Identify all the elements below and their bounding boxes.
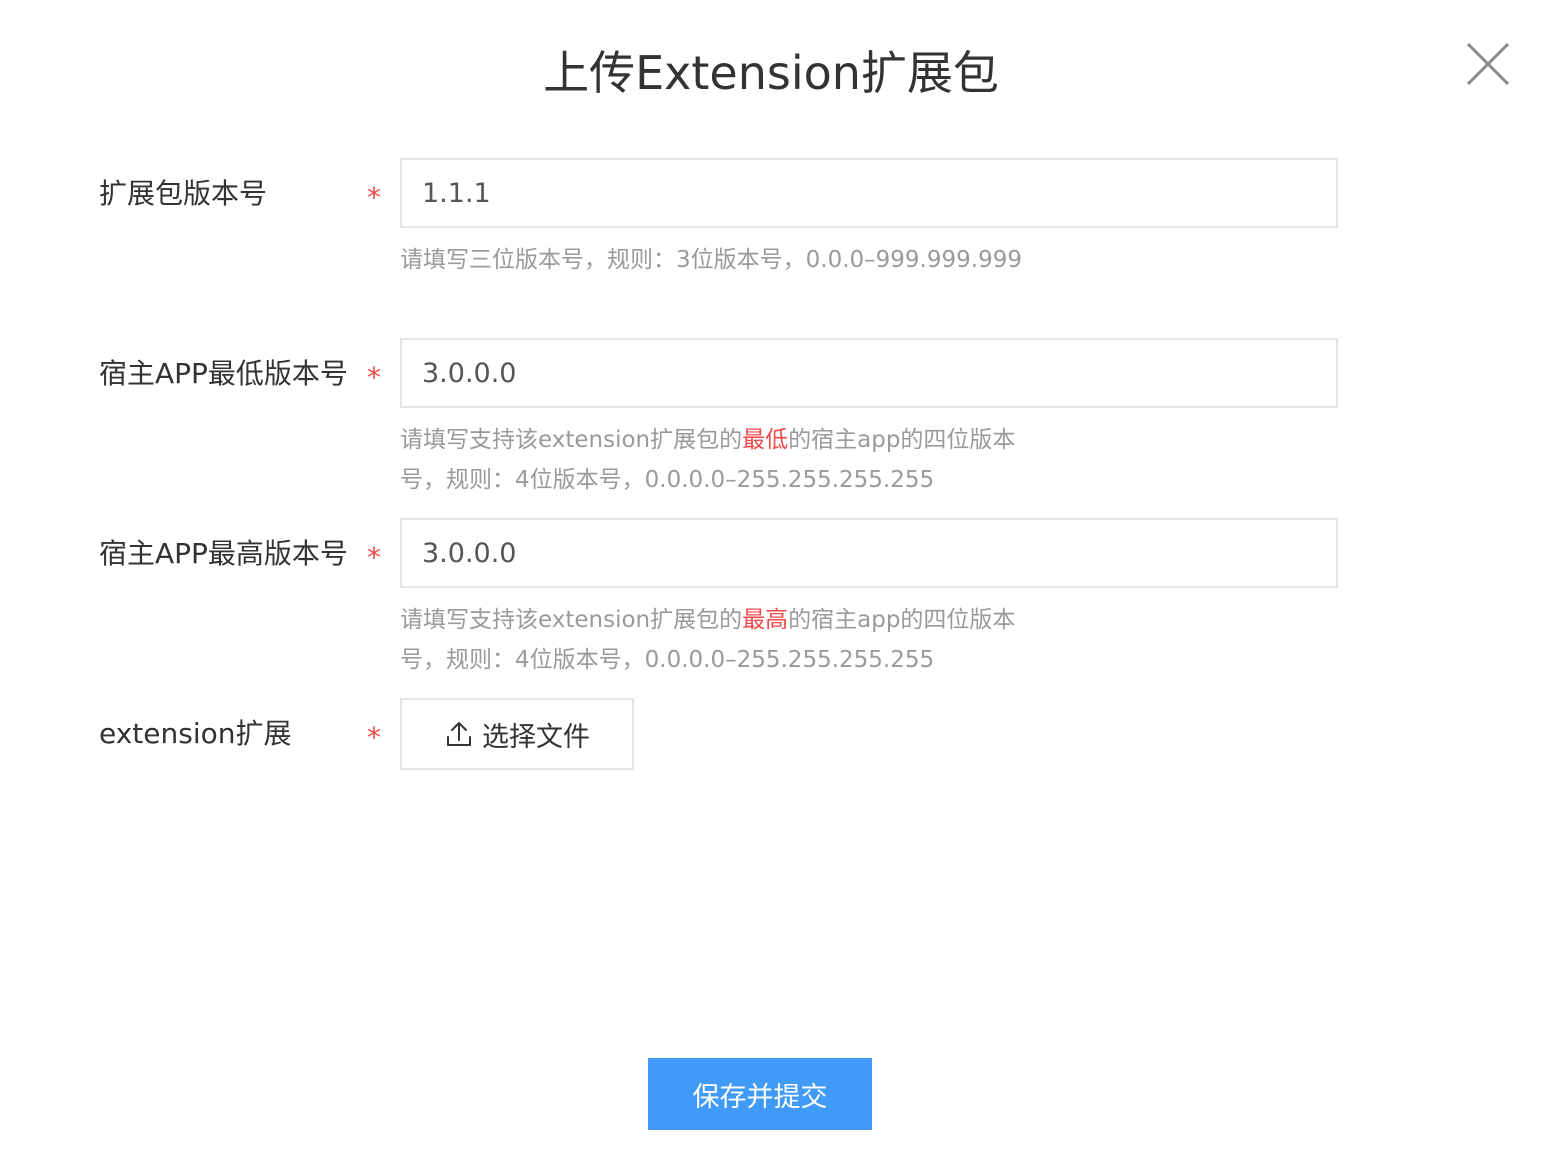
min-app-version-input[interactable] xyxy=(400,338,1338,408)
min-app-version-hint: 请填写支持该extension扩展包的最低的宿主app的四位版本号，规则：4位版… xyxy=(400,420,1040,500)
hint-text: 请填写支持该extension扩展包的 xyxy=(400,427,743,453)
upload-extension-dialog: 上传Extension扩展包 扩展包版本号 * 请填写三位版本号，规则：3位版本… xyxy=(0,0,1542,1160)
max-app-version-input[interactable] xyxy=(400,518,1338,588)
version-hint: 请填写三位版本号，规则：3位版本号，0.0.0–999.999.999 xyxy=(400,247,1022,273)
min-app-version-label: 宿主APP最低版本号 xyxy=(99,357,348,390)
version-input[interactable] xyxy=(400,158,1338,228)
version-label: 扩展包版本号 xyxy=(99,177,268,210)
hint-highlight: 最高 xyxy=(742,607,789,633)
close-icon xyxy=(1462,38,1514,90)
hint-highlight: 最低 xyxy=(742,427,789,453)
max-app-required-mark: * xyxy=(367,541,381,574)
save-and-submit-button[interactable]: 保存并提交 xyxy=(648,1058,872,1130)
extension-file-label: extension扩展 xyxy=(99,717,292,750)
hint-text: 请填写支持该extension扩展包的 xyxy=(400,607,743,633)
max-app-version-label: 宿主APP最高版本号 xyxy=(99,537,348,570)
dialog-title: 上传Extension扩展包 xyxy=(543,46,999,100)
version-required-mark: * xyxy=(367,181,381,214)
min-app-required-mark: * xyxy=(367,361,381,394)
max-app-version-hint: 请填写支持该extension扩展包的最高的宿主app的四位版本号，规则：4位版… xyxy=(400,600,1040,680)
extension-required-mark: * xyxy=(367,721,381,754)
upload-icon xyxy=(444,719,474,749)
choose-file-button[interactable]: 选择文件 xyxy=(400,698,634,770)
close-button[interactable] xyxy=(1462,38,1514,90)
choose-file-label: 选择文件 xyxy=(482,721,590,753)
